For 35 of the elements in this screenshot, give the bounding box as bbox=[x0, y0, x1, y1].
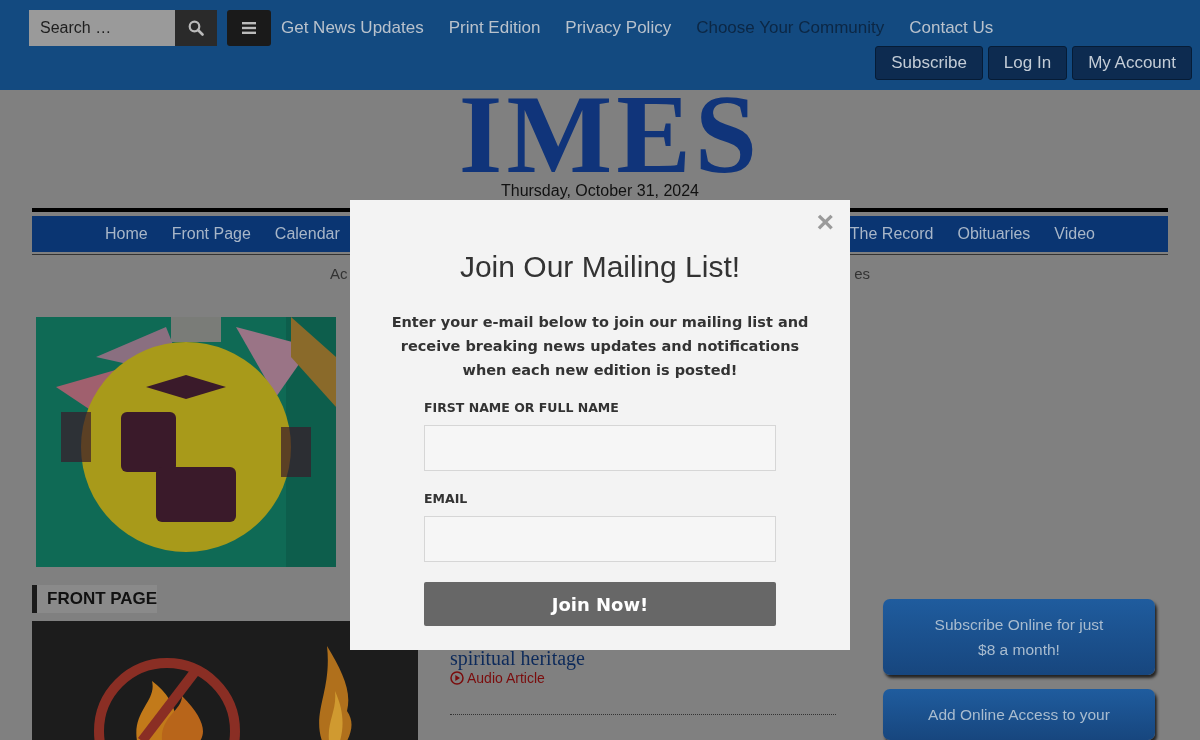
headline-link[interactable]: spiritual heritage bbox=[450, 647, 585, 669]
field-label: EMAIL bbox=[424, 491, 469, 506]
nav-link[interactable]: Obituaries bbox=[957, 225, 1031, 243]
top-link[interactable]: Privacy Policy bbox=[565, 18, 672, 38]
search-field[interactable]: Search … bbox=[29, 10, 175, 46]
subnav-link[interactable]: es bbox=[854, 265, 870, 285]
nav-link[interactable]: Home bbox=[105, 225, 148, 243]
logo[interactable]: IMES bbox=[458, 90, 762, 178]
nav-link[interactable]: Video bbox=[1054, 225, 1095, 243]
menu-button[interactable] bbox=[227, 10, 271, 46]
search-icon bbox=[188, 20, 204, 36]
top-link[interactable]: Contact Us bbox=[909, 18, 994, 38]
account-button[interactable]: My Account bbox=[1072, 46, 1192, 80]
offer-button[interactable]: Add Online Access to your bbox=[883, 689, 1155, 740]
input-field[interactable] bbox=[424, 425, 776, 471]
field-label: FIRST NAME OR FULL NAME bbox=[424, 400, 620, 415]
account-button[interactable]: Log In bbox=[987, 46, 1068, 80]
menu-icon bbox=[242, 22, 256, 34]
top-link[interactable]: Get News Updates bbox=[281, 18, 424, 38]
input-field[interactable] bbox=[424, 516, 776, 562]
top-link[interactable]: Print Edition bbox=[448, 18, 541, 38]
nav-link[interactable]: Calendar bbox=[274, 225, 340, 243]
date-text: Thursday, October 31, 2024 bbox=[500, 182, 699, 199]
section-heading: FRONT PAGE bbox=[32, 585, 158, 613]
offer-button[interactable]: Subscribe Online for just $8 a month! bbox=[883, 599, 1155, 675]
modal-title: Join Our Mailing List! bbox=[459, 250, 741, 284]
nav-link[interactable]: Front Page bbox=[171, 225, 251, 243]
modal-description: Enter your e-mail below to join our mailing list and receive breaking news updates and notifications when each new edition is posted! bbox=[390, 313, 810, 380]
nav-link[interactable]: The Record bbox=[849, 225, 934, 243]
play-icon bbox=[450, 671, 464, 685]
account-button[interactable]: Subscribe bbox=[875, 46, 983, 80]
subnav-link[interactable]: Ac bbox=[330, 265, 348, 285]
search-button[interactable] bbox=[175, 10, 217, 46]
audio-article-link[interactable]: Audio Article bbox=[450, 670, 545, 686]
join-button[interactable]: Join Now! bbox=[424, 582, 776, 626]
